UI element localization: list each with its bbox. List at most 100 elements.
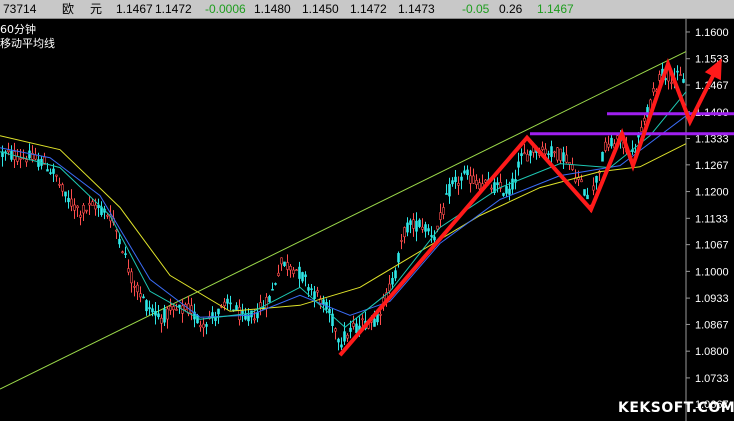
price-chart[interactable]: 1.16001.15331.14671.14001.13331.12671.12… [0,18,734,421]
candle-body [253,318,256,321]
candle-body [82,204,85,214]
candle-body [547,153,550,156]
price-tick-label: 1.1267 [695,160,729,172]
candle-body [46,169,49,172]
candle-body [67,197,70,203]
candle-body [16,156,19,162]
candle-body [505,186,508,194]
candles [1,62,685,351]
candle-body [259,302,262,308]
candle-body [19,157,22,160]
candle-body [472,175,475,184]
candle-body [316,290,319,293]
candle-body [199,325,202,328]
candle-body [421,226,424,230]
candle-body [148,307,151,310]
candle-body [337,338,340,343]
candle-body [127,268,130,273]
moving-average-line [0,135,687,312]
candle-body [304,274,307,278]
candle-body [73,204,76,211]
candle-body [388,283,391,292]
candle-body [454,176,457,183]
candle-body [265,296,268,310]
candle-body [223,301,226,307]
quote-field: 1.1450 [302,2,339,16]
candle-body [391,278,394,285]
candle-body [172,306,175,311]
candle-body [118,238,121,245]
quote-field: 1.1467 [116,2,153,16]
candle-body [154,311,157,316]
candle-body [403,227,406,238]
candle-body [550,146,553,157]
quote-field: 1.1472 [350,2,387,16]
quote-field: 欧 [62,2,75,16]
candle-body [586,194,589,200]
candle-body [553,151,556,154]
candle-body [520,153,523,156]
period-label[interactable]: 60分钟 [0,23,36,36]
candle-body [37,159,40,167]
candle-body [85,209,88,212]
candle-body [595,175,598,183]
candle-body [49,172,52,174]
candle-body [7,149,10,153]
candle-body [544,148,547,155]
candle-body [226,298,229,304]
quote-bar: 73714 欧元 1.1467 1.1472 -0.0006 1.1480 1.1450 1.… [0,0,734,19]
candle-body [541,146,544,150]
candle-body [508,188,511,195]
candle-body [217,308,220,315]
candle-body [136,284,139,293]
candle-body [310,288,313,290]
candle-body [349,327,352,332]
candle-body [241,310,244,314]
candle-body [583,189,586,196]
candle-body [511,178,514,190]
candle-body [205,324,208,327]
candle-body [478,182,481,190]
candle-body [139,293,142,298]
candle-body [169,306,172,311]
candle-body [556,147,559,161]
price-tick-label: 1.1200 [695,187,729,199]
candle-body [34,154,37,160]
candle-body [301,272,304,282]
price-tick-label: 1.0933 [695,293,729,305]
price-tick-label: 1.0800 [695,346,729,358]
candle-body [430,235,433,237]
candle-body [25,159,28,163]
candle-body [229,302,232,305]
candle-body [418,219,421,227]
candle-body [79,214,82,218]
candle-body [295,269,298,272]
candle-body [286,262,289,270]
candle-body [76,205,79,209]
candle-body [475,180,478,185]
candle-body [307,287,310,291]
candle-body [106,214,109,217]
candle-body [490,187,493,190]
candle-body [469,175,472,184]
candle-body [268,296,271,303]
candle-body [283,261,286,266]
candle-body [340,344,343,348]
candle-body [610,137,613,147]
moving-average-line [0,115,687,318]
candle-body [130,271,133,284]
candle-body [271,288,274,291]
candle-body [580,179,583,183]
candle-body [394,270,397,279]
ma-indicator-label[interactable]: 移动平均线 [0,37,55,50]
candle-body [346,334,349,339]
price-tick-label: 1.0867 [695,319,729,331]
candle-body [397,253,400,263]
price-tick-label: 1.0733 [695,373,729,385]
candle-body [379,314,382,316]
candle-body [562,152,565,162]
candle-body [373,318,376,327]
candle-body [412,219,415,229]
candle-body [70,198,73,207]
candle-body [361,318,364,321]
